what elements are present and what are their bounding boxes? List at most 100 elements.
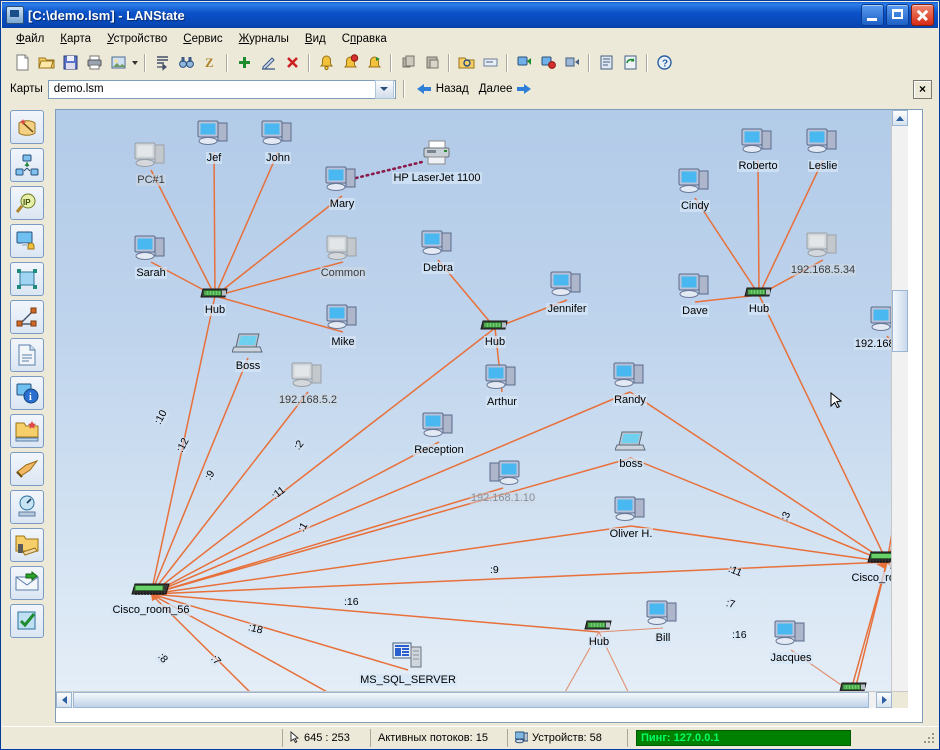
list-properties-icon[interactable] <box>150 51 174 74</box>
workstation-icon <box>422 410 456 443</box>
close-map-button[interactable]: × <box>913 79 932 99</box>
arrow-right-icon <box>516 83 532 95</box>
menu-item-help[interactable]: Справка <box>334 30 395 48</box>
sidebar-item-shared-folder[interactable] <box>10 528 44 562</box>
scrollbar-corner <box>892 692 908 708</box>
edge-label: :16 <box>732 629 747 641</box>
menu-item-logs[interactable]: Журналы <box>231 30 297 48</box>
node-label: MS_SQL_SERVER <box>359 674 457 686</box>
map-horizontal-scrollbar[interactable] <box>56 691 908 708</box>
node-label: Hub <box>203 304 227 316</box>
monitor-stop-icon[interactable] <box>536 51 560 74</box>
map-view[interactable]: PC#1 Jef John Mary HP LaserJet 1100 Sara… <box>55 109 923 723</box>
edge-label: :16 <box>344 596 359 608</box>
monitor-start-icon[interactable] <box>512 51 536 74</box>
image-export-dropdown-icon[interactable] <box>130 51 140 74</box>
vertical-scroll-thumb[interactable] <box>892 290 908 352</box>
resize-grip[interactable] <box>922 731 936 745</box>
sidebar-item-checklist[interactable] <box>10 604 44 638</box>
menu-file-rest: айл <box>24 32 45 45</box>
help-icon[interactable]: ? <box>652 51 676 74</box>
workstation-offline-icon <box>326 233 360 266</box>
sidebar-item-open-folder[interactable] <box>10 414 44 448</box>
scroll-up-icon[interactable] <box>892 110 908 126</box>
sidebar-item-add-device[interactable] <box>10 148 44 182</box>
status-active-threads: Активных потоков: 15 <box>370 728 507 747</box>
laptop-icon <box>231 332 264 359</box>
back-button[interactable]: Назад <box>412 81 474 97</box>
maps-separator <box>402 80 405 98</box>
report-icon[interactable] <box>594 51 618 74</box>
sidebar-item-ip-scan[interactable]: IP <box>10 186 44 220</box>
print-icon[interactable] <box>82 51 106 74</box>
node-label: Hub <box>747 303 771 315</box>
chevron-down-icon[interactable] <box>374 79 394 99</box>
app-icon <box>6 6 24 24</box>
menu-item-service[interactable]: Сервис <box>175 30 230 48</box>
add-device-icon[interactable] <box>232 51 256 74</box>
minimize-button[interactable] <box>861 4 884 26</box>
bell-alert-icon[interactable] <box>338 51 362 74</box>
monitor-step-icon[interactable] <box>560 51 584 74</box>
workstation-icon <box>325 164 359 197</box>
menu-bar: Файл Карта Устройство Сервис Журналы Вид… <box>2 28 938 49</box>
sidebar-item-send-mail[interactable] <box>10 566 44 600</box>
horizontal-scroll-thumb[interactable] <box>73 692 869 708</box>
sidebar-item-ping[interactable] <box>10 452 44 486</box>
sidebar-item-map-wizard[interactable] <box>10 110 44 144</box>
zoom-reset-icon[interactable]: Z <box>198 51 222 74</box>
save-disk-icon[interactable] <box>58 51 82 74</box>
workstation-icon <box>646 598 680 631</box>
sidebar-item-speed-test[interactable] <box>10 490 44 524</box>
forward-label: Далее <box>478 83 513 95</box>
node-label: Jennifer <box>546 303 588 315</box>
refresh-page-icon[interactable] <box>618 51 642 74</box>
new-document-icon[interactable] <box>10 51 34 74</box>
rename-icon[interactable] <box>478 51 502 74</box>
forward-button[interactable]: Далее <box>474 81 537 97</box>
menu-item-device[interactable]: Устройство <box>99 30 175 48</box>
toolbar-separator-8 <box>646 53 648 72</box>
workstation-offline-icon <box>291 360 325 393</box>
binoculars-find-icon[interactable] <box>174 51 198 74</box>
open-folder-icon[interactable] <box>34 51 58 74</box>
workstation-icon <box>678 271 712 304</box>
edit-pencil-icon[interactable] <box>256 51 280 74</box>
image-export-icon[interactable] <box>106 51 130 74</box>
toolbar-separator-6 <box>506 53 508 72</box>
map-combo[interactable]: demo.lsm <box>47 79 396 99</box>
node-label: Reception <box>413 444 465 456</box>
scroll-left-icon[interactable] <box>56 692 72 708</box>
node-label: Mike <box>330 336 356 348</box>
sidebar-item-device-info[interactable]: i <box>10 376 44 410</box>
workstation-icon <box>261 118 295 151</box>
bell-icon[interactable] <box>314 51 338 74</box>
node-label: Oliver H. <box>608 528 654 540</box>
node-label: Sarah <box>135 267 167 279</box>
hub-icon <box>744 285 774 302</box>
workstation-icon <box>485 362 519 395</box>
paste-icon[interactable] <box>420 51 444 74</box>
menu-map-rest: арта <box>66 32 92 45</box>
menu-item-view[interactable]: Вид <box>297 30 334 48</box>
sidebar-item-alerts[interactable] <box>10 224 44 258</box>
delete-cross-icon[interactable] <box>280 51 304 74</box>
workstation-icon <box>326 302 360 335</box>
menu-item-file[interactable]: Файл <box>8 30 52 48</box>
switch-icon <box>131 582 171 603</box>
network-map-canvas[interactable]: PC#1 Jef John Mary HP LaserJet 1100 Sara… <box>56 110 908 708</box>
close-button[interactable] <box>911 4 934 26</box>
toolbar-separator-5 <box>448 53 450 72</box>
menu-item-map[interactable]: Карта <box>52 30 99 48</box>
scroll-right-icon[interactable] <box>876 692 892 708</box>
sidebar-item-draw-link[interactable] <box>10 300 44 334</box>
maximize-button[interactable] <box>886 4 909 26</box>
bell-green-icon[interactable] <box>362 51 386 74</box>
copy-icon[interactable] <box>396 51 420 74</box>
cursor-icon <box>290 731 300 744</box>
map-vertical-scrollbar[interactable] <box>891 110 908 708</box>
node-label: Randy <box>613 394 647 406</box>
sidebar-item-select[interactable] <box>10 262 44 296</box>
folder-scan-icon[interactable] <box>454 51 478 74</box>
sidebar-item-notes[interactable] <box>10 338 44 372</box>
